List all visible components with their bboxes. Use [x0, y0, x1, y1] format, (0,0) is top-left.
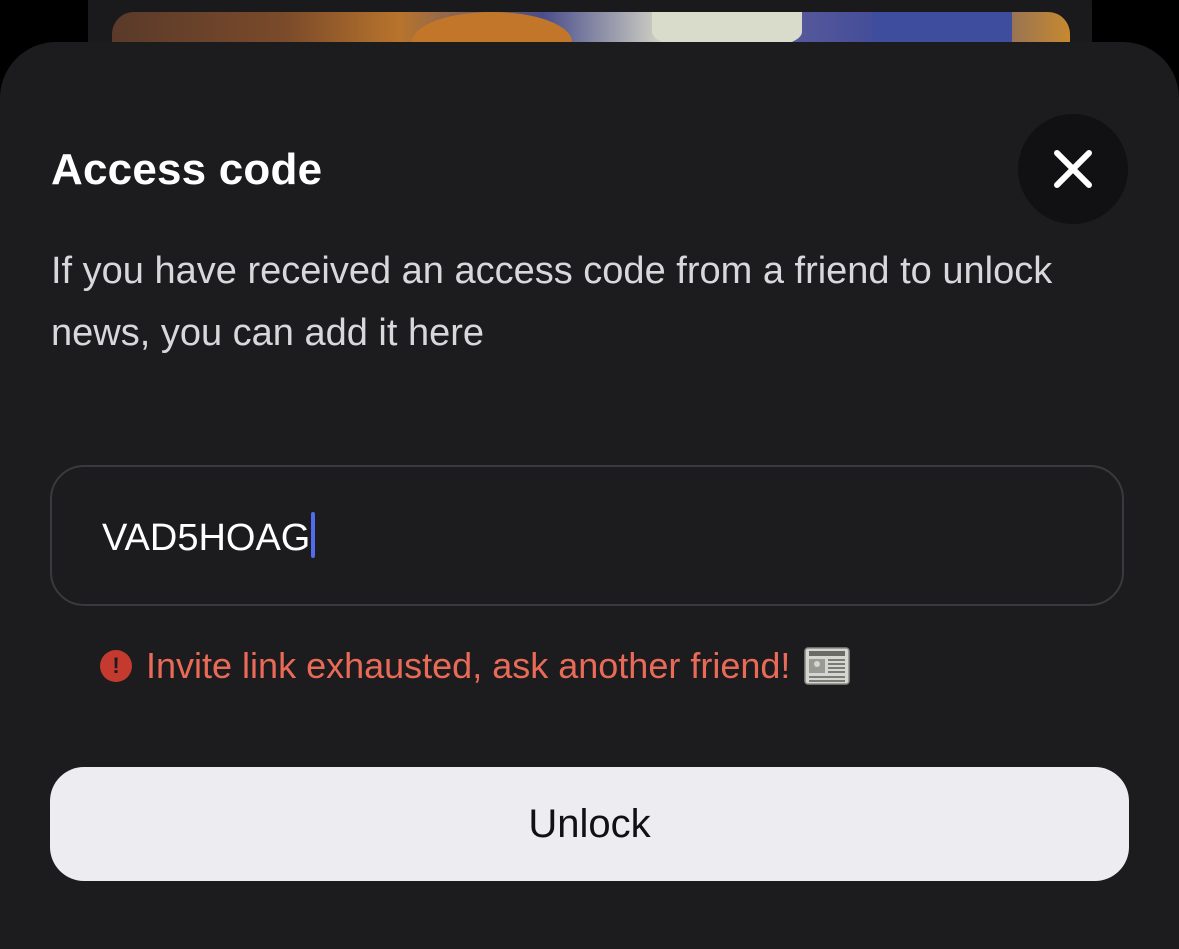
- screen: Access code If you have received an acce…: [0, 0, 1179, 949]
- dialog-title: Access code: [51, 145, 323, 194]
- error-exclamation-icon: !: [100, 650, 132, 682]
- close-icon: [1054, 150, 1092, 188]
- access-code-sheet: Access code If you have received an acce…: [0, 42, 1179, 949]
- text-caret: [311, 512, 316, 558]
- error-message: ! Invite link exhausted, ask another fri…: [100, 642, 851, 690]
- close-button[interactable]: [1018, 114, 1128, 224]
- access-code-input[interactable]: VAD5HOAG: [50, 465, 1124, 606]
- access-code-value-wrapper: VAD5HOAG: [102, 512, 316, 563]
- unlock-button[interactable]: Unlock: [50, 767, 1129, 881]
- access-code-value: VAD5HOAG: [102, 517, 311, 559]
- newspaper-icon: [804, 647, 851, 685]
- error-text: Invite link exhausted, ask another frien…: [146, 645, 791, 686]
- dialog-description: If you have received an access code from…: [51, 250, 1053, 354]
